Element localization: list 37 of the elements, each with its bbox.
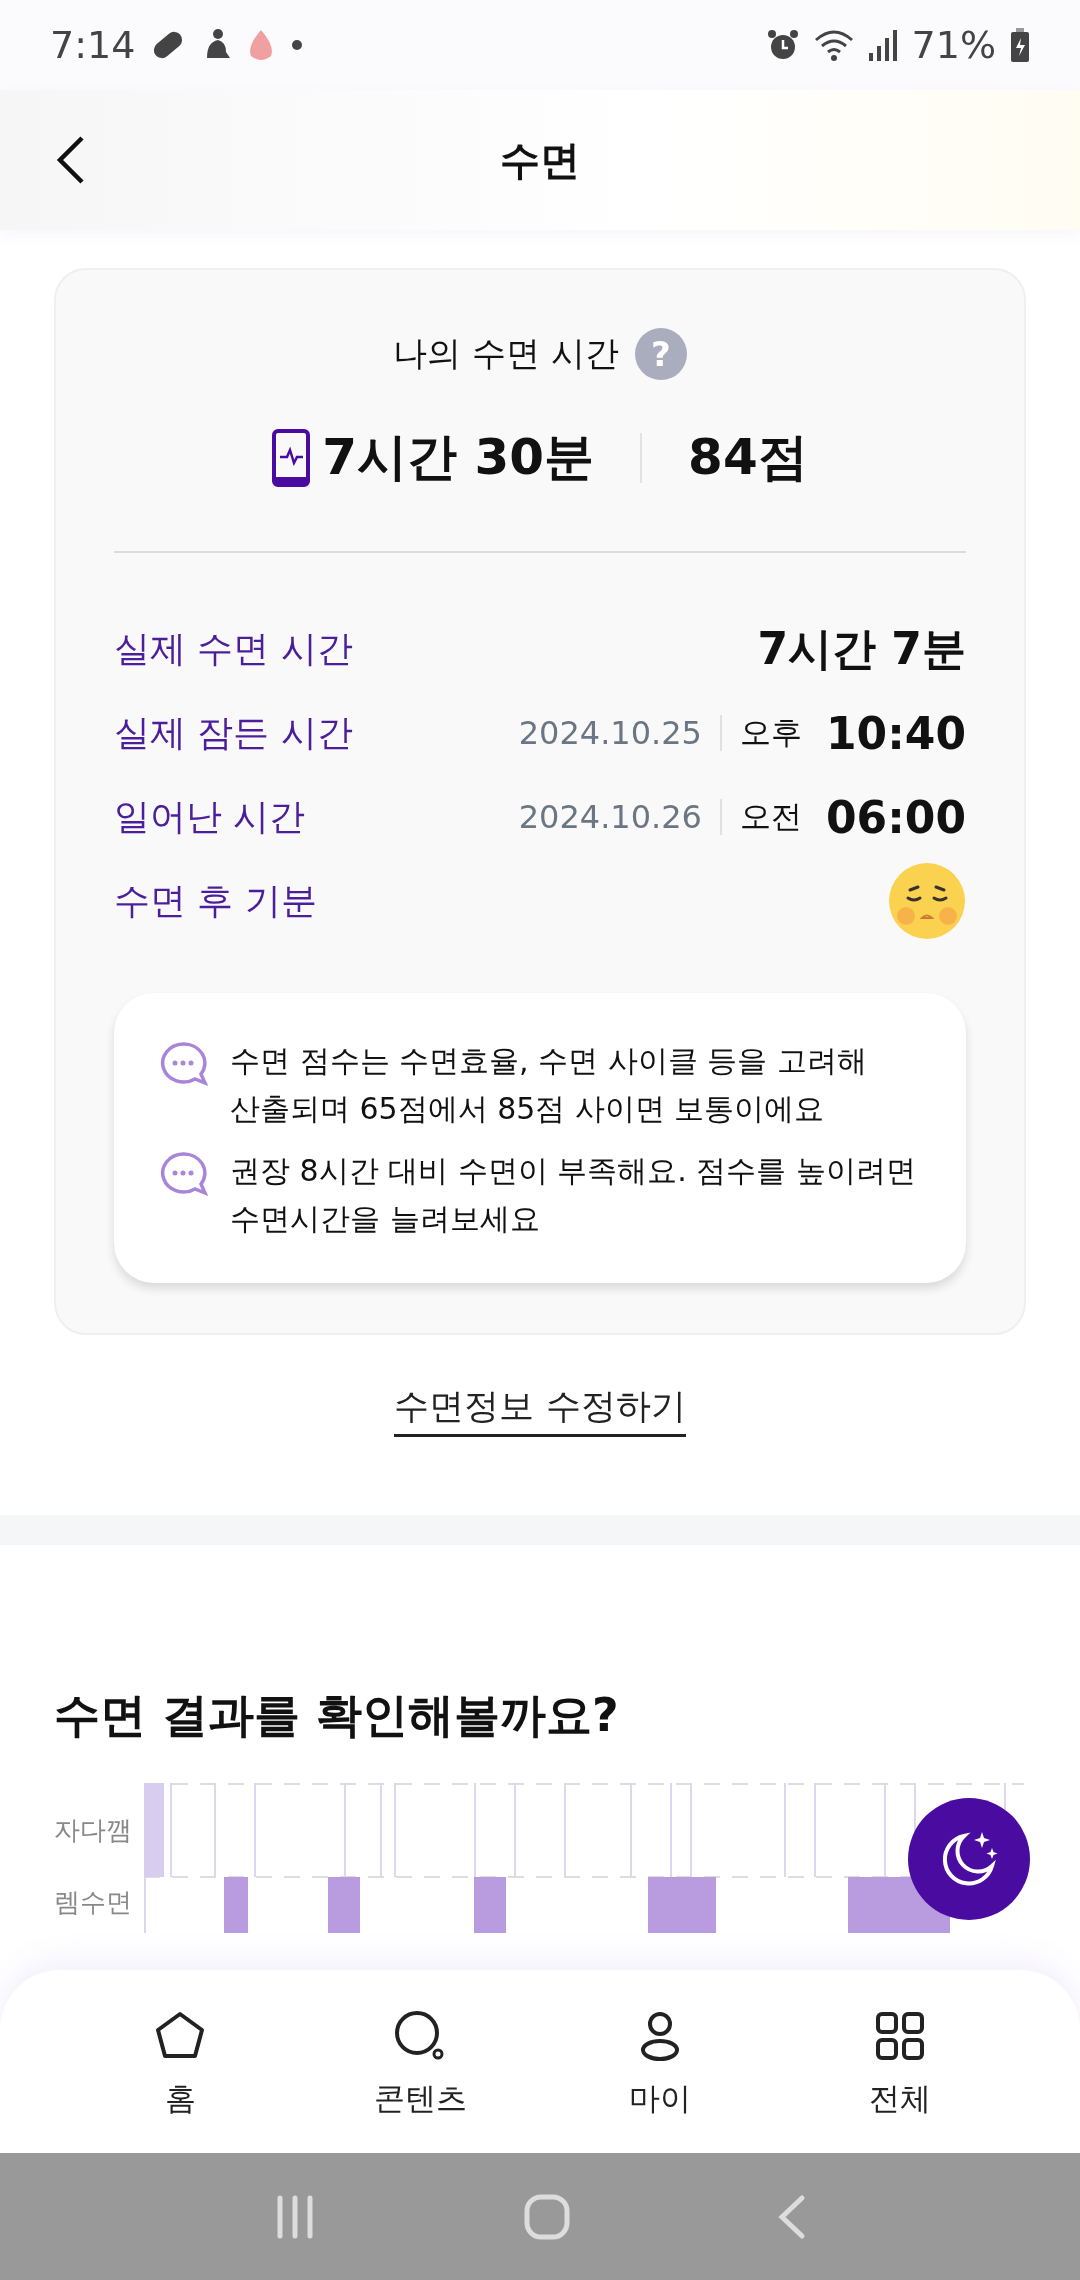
- stage-label: 자다깸: [54, 1813, 133, 1847]
- stage-label: 렘수면: [54, 1886, 133, 1919]
- signal-icon: [867, 29, 898, 61]
- battery-icon: [1010, 28, 1030, 62]
- row-value: 7시간 7분: [757, 621, 966, 676]
- period-text: 오전: [739, 797, 802, 836]
- alarm-icon: [765, 28, 800, 62]
- date-text: 2024.10.25: [518, 714, 702, 752]
- tip-text: 권장 8시간 대비 수면이 부족해요. 점수를 높이려면 수면시간을 늘려보세요: [230, 1152, 917, 1238]
- nav-item[interactable]: 콘텐츠: [340, 1970, 500, 2153]
- period-text: 오후: [739, 713, 802, 752]
- row-label: 수면 후 기분: [114, 878, 318, 923]
- edit-link[interactable]: 수면정보 수정하기: [394, 1383, 686, 1437]
- nav-item[interactable]: 전체: [820, 1970, 980, 2153]
- row-label: 일어난 시간: [114, 794, 307, 839]
- wifi-icon: [813, 28, 854, 62]
- duration-text: 7시간 30분: [322, 427, 595, 488]
- row-label: 실제 수면 시간: [114, 626, 354, 671]
- tip-text: 수면 점수는 수면효율, 수면 사이클 등을 고려해 산출되며 65점에서 85점 사이면 보통이에요: [230, 1042, 868, 1128]
- home-button-icon[interactable]: [523, 2192, 571, 2241]
- time-value: 10:40: [825, 707, 966, 759]
- date-text: 2024.10.26: [518, 798, 702, 836]
- chat-bubble-icon: [158, 1151, 208, 1197]
- score-text: 84점: [688, 427, 808, 488]
- page-title: 수면: [500, 135, 580, 185]
- battery-text: 71%: [911, 23, 996, 67]
- dot-icon: [291, 39, 304, 51]
- time-value: 06:00: [825, 791, 966, 843]
- section-heading: 수면 결과를 확인해볼까요?: [54, 1687, 620, 1744]
- row-label: 실제 잠든 시간: [114, 710, 354, 755]
- nav-item[interactable]: 마이: [580, 1970, 740, 2153]
- phone-pulse-icon: [272, 428, 311, 487]
- nav-item[interactable]: 홈: [100, 1970, 260, 2153]
- sleepy-face-icon: [888, 862, 966, 940]
- card-title: 나의 수면 시간: [393, 332, 619, 375]
- clock-text: 7:14: [50, 23, 136, 67]
- chat-bubble-icon: [158, 1041, 208, 1087]
